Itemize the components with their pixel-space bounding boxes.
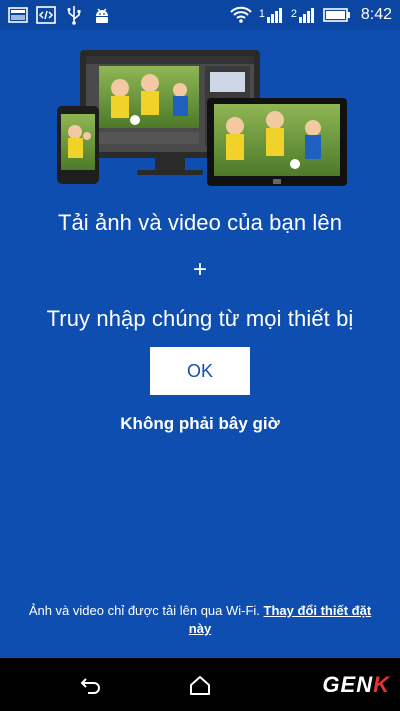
headline-upload: Tải ảnh và video của bạn lên [57,210,343,235]
battery-icon [323,8,350,22]
devices-illustration [57,50,347,186]
logo-main: GEN [322,672,374,697]
gallery-notification-icon [8,7,28,23]
android-debug-icon [96,8,108,23]
signal-1: 1 [259,5,285,25]
notification-icons [8,5,112,25]
headline-access: Truy nhập chúng từ mọi thiết bị [46,306,354,331]
wifi-upload-note: Ảnh và video chỉ được tải lên qua Wi-Fi.… [22,602,378,638]
status-bar: 1 2 8:42 [0,0,400,30]
system-indicators: 1 2 8:42 [229,4,392,26]
plus-sign: + [192,256,208,283]
back-icon[interactable] [78,673,102,697]
not-now-link[interactable]: Không phải bây giờ [0,414,400,434]
wifi-note-text: Ảnh và video chỉ được tải lên qua Wi-Fi. [28,603,260,618]
signal-2: 2 [291,5,317,25]
signal-strength-icon [298,8,314,23]
code-notification-icon [36,6,56,24]
usb-icon [67,6,81,25]
logo-accent: K [373,672,390,697]
navigation-bar: GENK [0,658,400,711]
signal-strength-icon [266,8,282,23]
clock: 8:42 [360,6,392,23]
ok-button[interactable]: OK [150,347,250,395]
wifi-icon [230,6,252,23]
home-icon[interactable] [188,673,212,697]
genk-watermark-logo: GENK [322,672,390,698]
